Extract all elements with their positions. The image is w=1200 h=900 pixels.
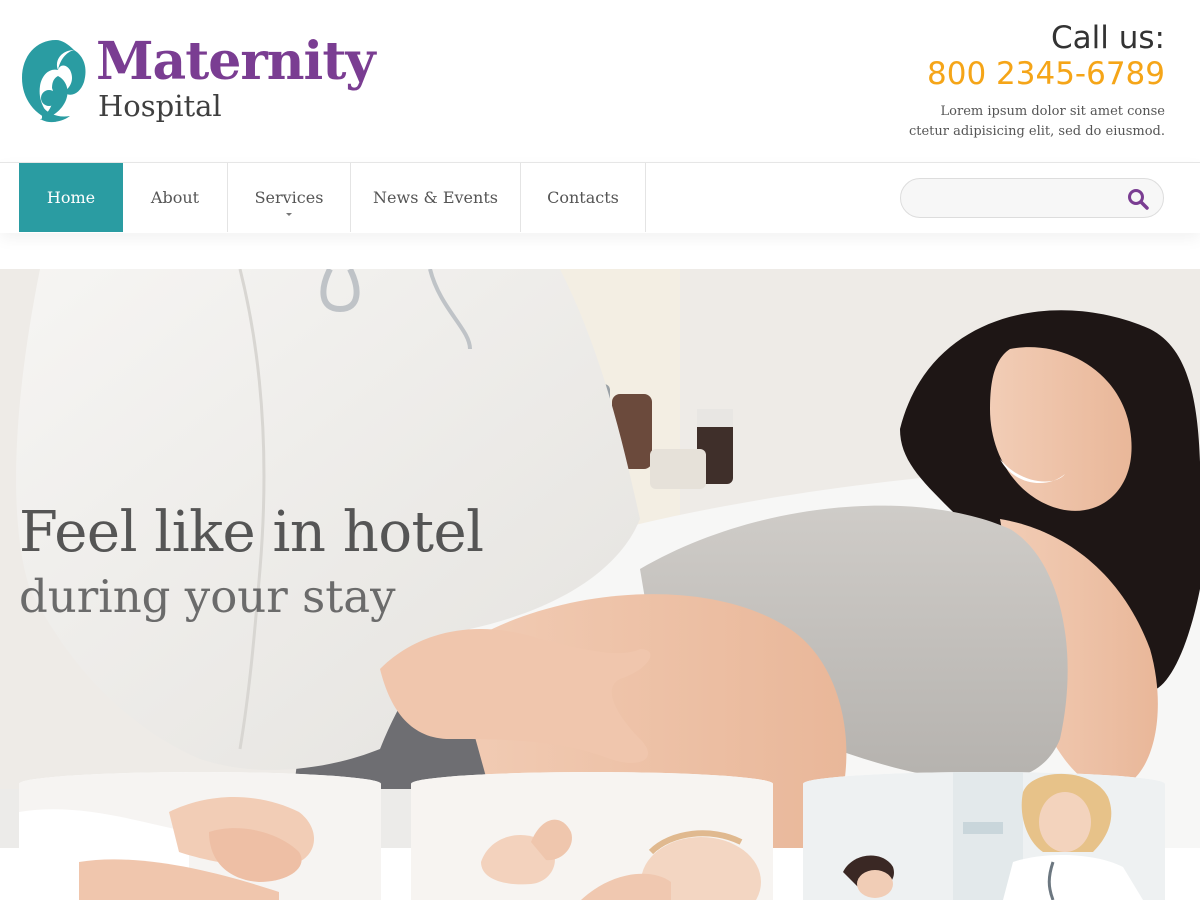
- nav-item-label: Services: [254, 188, 324, 207]
- nav-item-about[interactable]: About: [123, 163, 228, 232]
- search-box: [900, 178, 1164, 218]
- nav-item-news-events[interactable]: News & Events: [351, 163, 521, 232]
- nav-item-contacts[interactable]: Contacts: [521, 163, 646, 232]
- brand-subtitle: Hospital: [98, 89, 222, 123]
- feature-card-1[interactable]: [19, 772, 381, 900]
- nav-item-label: Contacts: [547, 188, 619, 207]
- dropdown-caret-icon: [286, 213, 292, 216]
- nav-item-label: News & Events: [373, 188, 498, 207]
- nav-item-label: About: [150, 188, 200, 207]
- feature-card-3[interactable]: [803, 772, 1165, 900]
- site-header: Maternity Hospital Call us: 800 2345-678…: [0, 0, 1200, 162]
- card-photo-doctor: [803, 772, 1165, 900]
- hero-subline: during your stay: [19, 570, 396, 623]
- search-input[interactable]: [915, 187, 1119, 211]
- nav-item-label: Home: [46, 188, 96, 207]
- card-photo-hands: [19, 772, 381, 900]
- feature-card-2[interactable]: [411, 772, 773, 900]
- call-label: Call us:: [1051, 20, 1165, 56]
- main-navbar: Home About Services News & Events Contac…: [0, 162, 1200, 233]
- logo[interactable]: Maternity Hospital: [18, 32, 376, 128]
- phone-number[interactable]: 800 2345-6789: [905, 56, 1165, 92]
- brand-name: Maternity: [96, 31, 376, 92]
- nav-item-home[interactable]: Home: [19, 163, 123, 232]
- main-nav: Home About Services News & Events Contac…: [19, 163, 646, 233]
- hero-headline: Feel like in hotel: [19, 500, 484, 565]
- nav-item-services[interactable]: Services: [228, 163, 351, 232]
- contact-block: Call us: 800 2345-6789 Lorem ipsum dolor…: [905, 20, 1165, 142]
- search-icon[interactable]: [1127, 188, 1149, 210]
- mother-child-icon: [22, 40, 86, 123]
- card-photo-baby: [411, 772, 773, 900]
- header-blurb: Lorem ipsum dolor sit amet conse ctetur …: [908, 104, 1165, 139]
